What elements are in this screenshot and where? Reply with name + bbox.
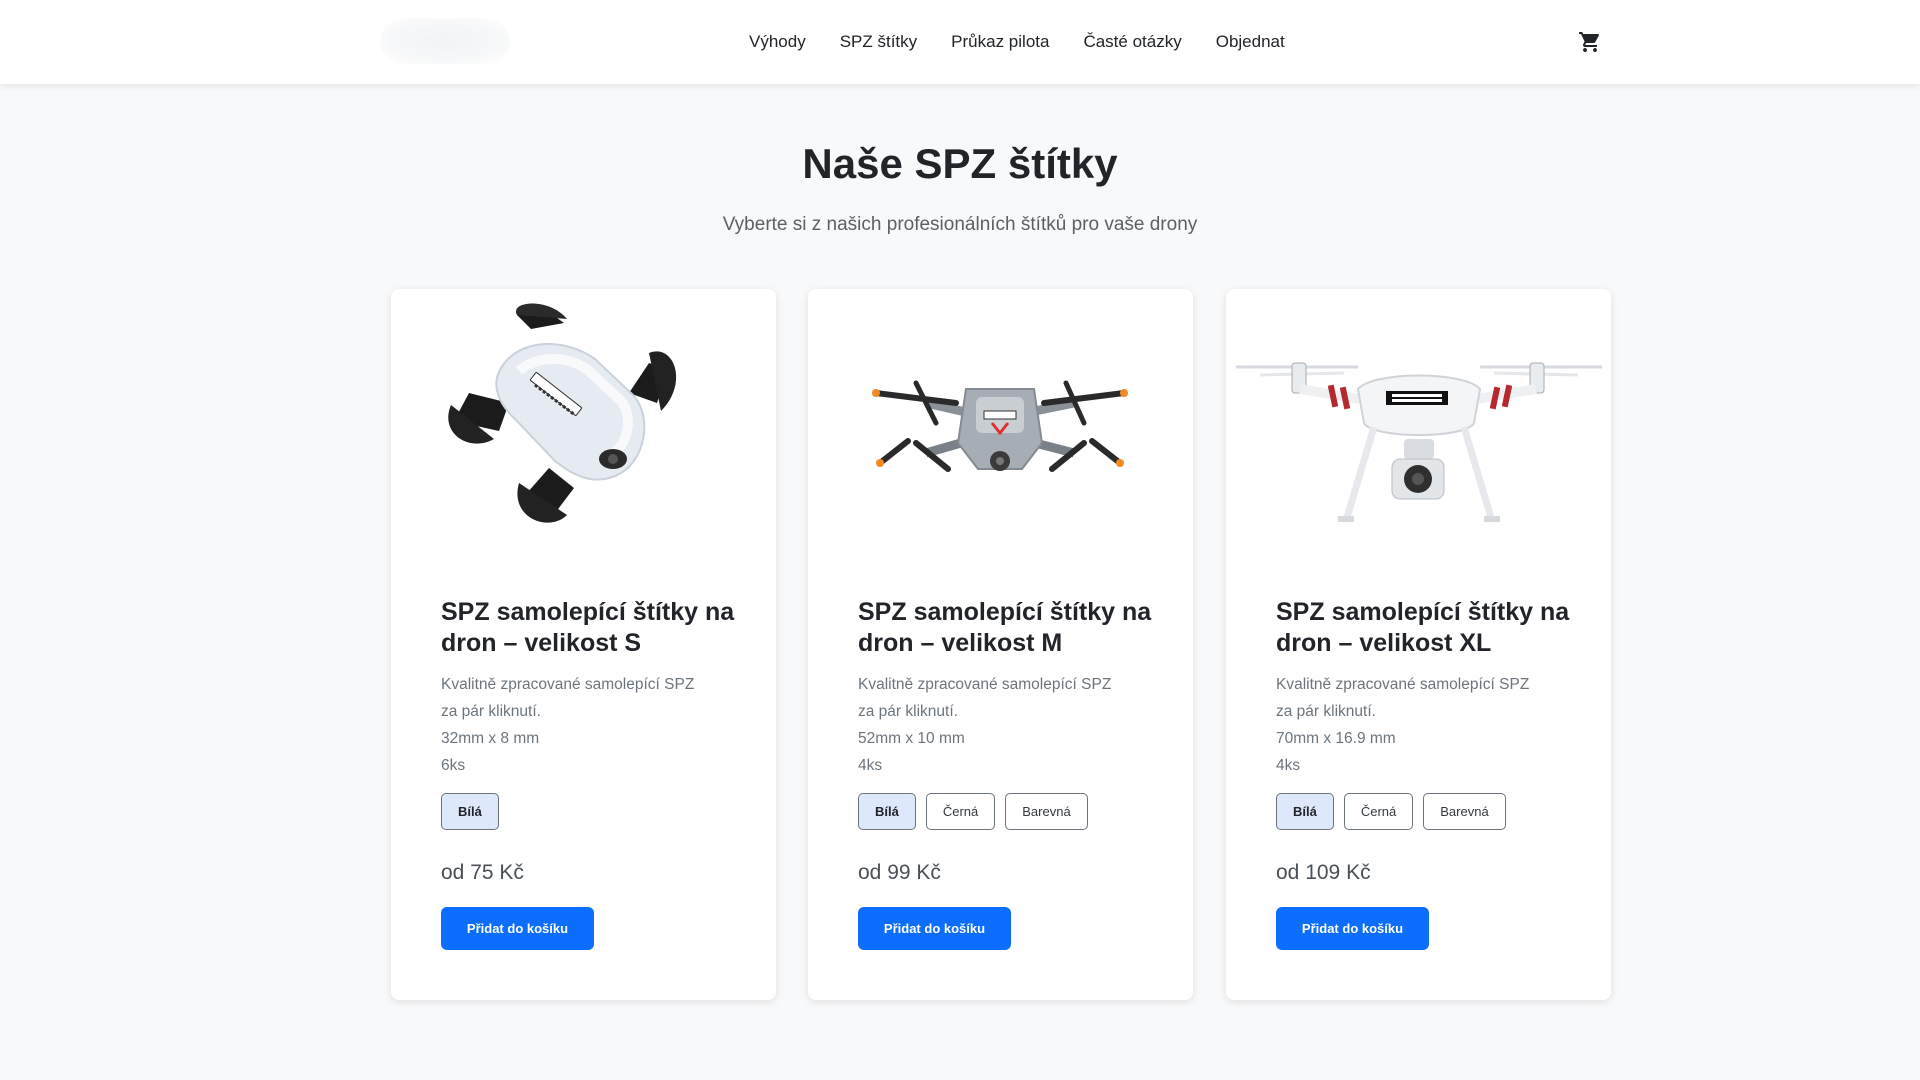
product-desc-line2: za pár kliknutí. (858, 703, 958, 720)
add-to-cart-button[interactable]: Přidat do košíku (858, 907, 1011, 950)
nav-link-vyhody[interactable]: Výhody (749, 32, 806, 52)
product-card-body: SPZ samolepící štítky na dron – velikost… (1276, 597, 1576, 830)
variant-selector: Bílá (441, 793, 741, 830)
product-title: SPZ samolepící štítky na dron – velikost… (441, 598, 735, 657)
white-camera-drone-image (1234, 293, 1603, 531)
product-desc-line1: Kvalitně zpracované samolepící SPZ (1276, 676, 1530, 693)
add-to-cart-button[interactable]: Přidat do košíku (1276, 907, 1429, 950)
product-description: Kvalitně zpracované samolepící SPZ za pá… (441, 671, 741, 779)
variant-selector: Bílá Černá Barevná (1276, 793, 1576, 830)
nav-link-spz-stitky[interactable]: SPZ štítky (840, 32, 917, 52)
variant-cerna-button[interactable]: Černá (1343, 793, 1414, 830)
shopping-cart-icon[interactable] (1578, 30, 1602, 54)
product-description: Kvalitně zpracované samolepící SPZ za pá… (858, 671, 1158, 779)
product-description: Kvalitně zpracované samolepící SPZ za pá… (1276, 671, 1576, 779)
product-price: od 109 Kč (1276, 861, 1371, 884)
variant-cerna-button[interactable]: Černá (925, 793, 996, 830)
product-title: SPZ samolepící štítky na dron – velikost… (1276, 598, 1570, 657)
product-desc-line1: Kvalitně zpracované samolepící SPZ (858, 676, 1112, 693)
variant-barevna-button[interactable]: Barevná (1423, 793, 1506, 830)
section-subtitle: Vyberte si z našich profesionálních štít… (722, 214, 1198, 235)
folded-white-drone-image (399, 293, 768, 531)
gray-quadcopter-drone-image (816, 293, 1185, 531)
product-card-m: SPZ samolepící štítky na dron – velikost… (808, 289, 1193, 1000)
nav-link-prukaz-pilota[interactable]: Průkaz pilota (951, 32, 1049, 52)
product-size: 70mm x 16.9 mm (1276, 730, 1396, 747)
product-desc-line1: Kvalitně zpracované samolepící SPZ (441, 676, 695, 693)
variant-bila-button[interactable]: Bílá (441, 793, 499, 830)
variant-bila-button[interactable]: Bílá (858, 793, 916, 830)
section-title: Naše SPZ štítky (802, 140, 1118, 187)
variant-bila-button[interactable]: Bílá (1276, 793, 1334, 830)
product-card-xl: SPZ samolepící štítky na dron – velikost… (1226, 289, 1611, 1000)
product-size: 32mm x 8 mm (441, 730, 540, 747)
product-card-body: SPZ samolepící štítky na dron – velikost… (858, 597, 1158, 830)
nav-link-objednat[interactable]: Objednat (1216, 32, 1285, 52)
product-desc-line2: za pár kliknutí. (441, 703, 541, 720)
product-desc-line2: za pár kliknutí. (1276, 703, 1376, 720)
product-qty: 4ks (858, 757, 883, 774)
add-to-cart-button[interactable]: Přidat do košíku (441, 907, 594, 950)
product-title: SPZ samolepící štítky na dron – velikost… (858, 598, 1152, 657)
nav-link-caste-otazky[interactable]: Časté otázky (1083, 32, 1181, 52)
main-nav: Výhody SPZ štítky Průkaz pilota Časté ot… (749, 0, 1319, 84)
product-qty: 6ks (441, 757, 466, 774)
variant-selector: Bílá Černá Barevná (858, 793, 1158, 830)
product-card-body: SPZ samolepící štítky na dron – velikost… (441, 597, 741, 830)
product-size: 52mm x 10 mm (858, 730, 965, 747)
site-header: Výhody SPZ štítky Průkaz pilota Časté ot… (0, 0, 1920, 84)
variant-barevna-button[interactable]: Barevná (1005, 793, 1088, 830)
product-qty: 4ks (1276, 757, 1301, 774)
logo[interactable] (380, 18, 510, 64)
product-price: od 99 Kč (858, 861, 941, 884)
product-card-s: SPZ samolepící štítky na dron – velikost… (391, 289, 776, 1000)
product-price: od 75 Kč (441, 861, 524, 884)
